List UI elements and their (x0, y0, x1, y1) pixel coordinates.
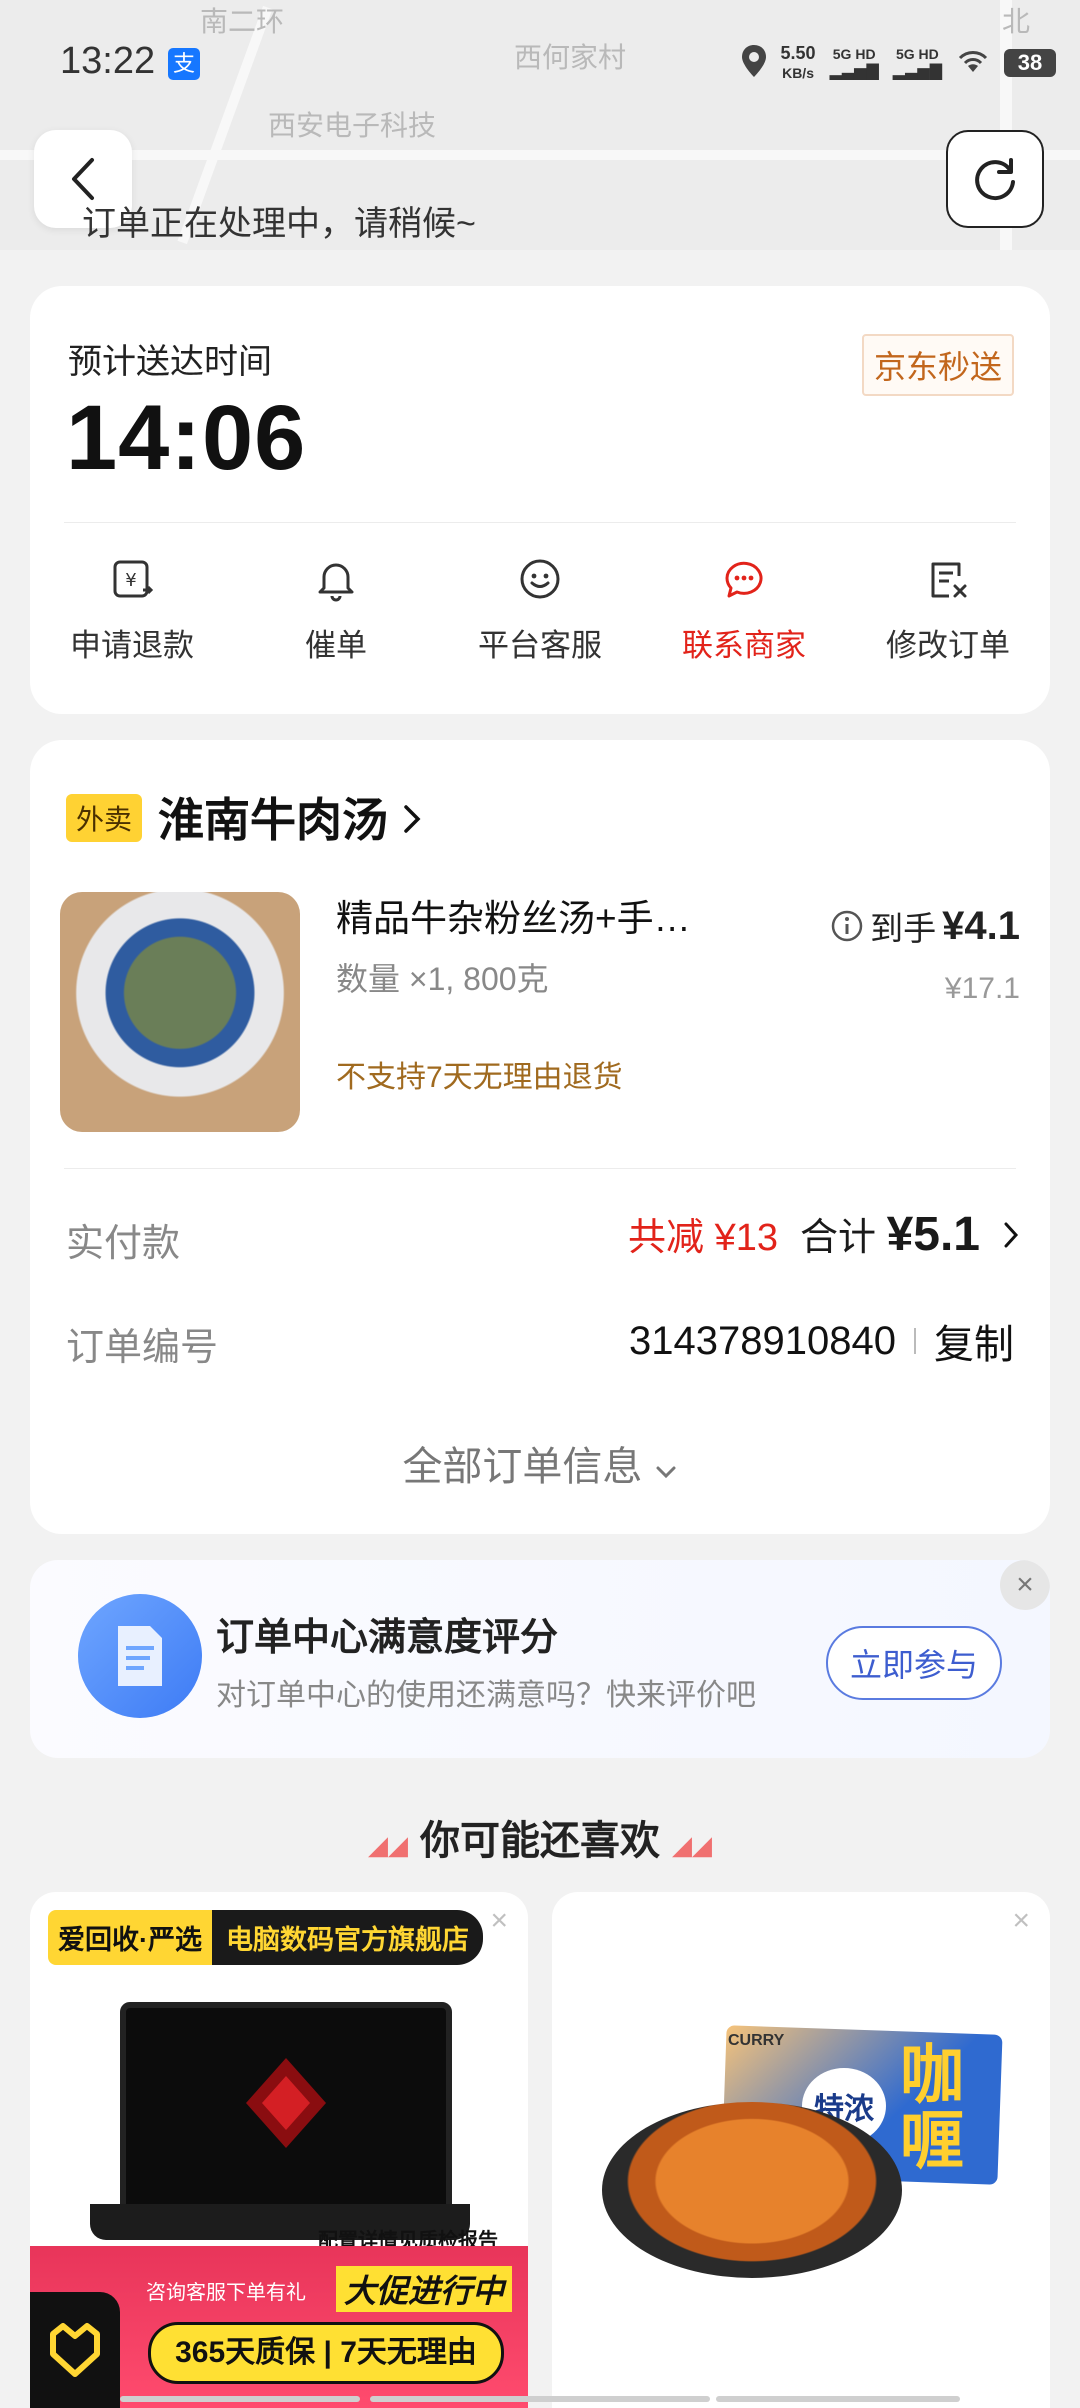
sim1-signal: 5G HD ▂▃▅▇ (829, 46, 879, 80)
status-bar-right: 5.50 KB/s 5G HD ▂▃▅▇ 5G HD ▂▃▅▇ 38 (741, 38, 1056, 88)
product-card[interactable]: 爱回收·严选 电脑数码官方旗舰店 × 配置详情见质检报告 咨询客服下单有礼 大促… (30, 1892, 528, 2408)
original-price: ¥17.1 (944, 972, 1020, 1005)
laptop-image (120, 2002, 452, 2214)
action-label: 催单 (305, 628, 367, 663)
info-icon[interactable] (830, 909, 864, 943)
brand-logo-icon (30, 2292, 120, 2408)
order-actions: ¥ 申请退款 催单 平台客服 联系商家 修改订单 (30, 556, 1050, 665)
order-number-label: 订单编号 (66, 1327, 219, 1369)
item-name[interactable]: 精品牛杂粉丝汤+手… (336, 888, 756, 942)
location-icon (741, 44, 767, 82)
join-survey-button[interactable]: 立即参与 (825, 1626, 1002, 1700)
dismiss-product-button[interactable]: × (1012, 1904, 1030, 1938)
close-survey-button[interactable]: × (1000, 1560, 1050, 1610)
survey-subtitle: 对订单中心的使用还满意吗？快来评价吧 (216, 1679, 756, 1712)
divider (64, 1168, 1016, 1169)
crab-dish-image (602, 2102, 902, 2278)
scroll-indicator (120, 2396, 360, 2402)
refresh-icon (975, 158, 1015, 201)
order-number-row: 314378910840 复制 (629, 1312, 1014, 1370)
refresh-button[interactable] (946, 130, 1044, 228)
modify-order-button[interactable]: 修改订单 (846, 556, 1050, 665)
map-label: 西何家村 (514, 42, 627, 73)
status-time: 13:22 (60, 40, 156, 82)
platform-service-button[interactable]: 平台客服 (438, 556, 642, 665)
action-label: 联系商家 (682, 628, 806, 663)
total-amount: 合计 ¥5.1 (800, 1208, 980, 1261)
chevron-right-icon (404, 805, 421, 833)
net-price: 到手 ¥4.1 (830, 902, 1020, 950)
divider (64, 522, 1016, 523)
survey-document-icon (78, 1594, 202, 1718)
product-card[interactable]: × CURRY 特浓 咖喱 (552, 1892, 1050, 2408)
separator (914, 1328, 916, 1354)
map-label: 南二环 (200, 6, 285, 37)
order-number: 314378910840 (629, 1318, 896, 1363)
survey-card: 订单中心满意度评分 对订单中心的使用还满意吗？快来评价吧 立即参与 × (30, 1560, 1050, 1758)
urge-order-button[interactable]: 催单 (234, 556, 438, 665)
eta-time: 14:06 (66, 387, 307, 489)
action-label: 申请退款 (70, 628, 194, 663)
alipay-icon: 支 (168, 48, 200, 80)
refund-button[interactable]: ¥ 申请退款 (30, 556, 234, 665)
scroll-indicator (370, 2396, 710, 2402)
action-label: 修改订单 (886, 628, 1010, 663)
map-label: 西安电子科技 (268, 110, 437, 141)
order-type-tag: 外卖 (66, 794, 143, 842)
paid-label: 实付款 (66, 1223, 181, 1265)
guarantee-badge: 365天质保 | 7天无理由 (148, 2322, 504, 2384)
bell-icon (318, 563, 354, 602)
all-order-info-toggle[interactable]: 全部订单信息 (30, 1434, 1050, 1492)
recommend-title: ◢◢ 你可能还喜欢 ◢◢ (368, 1819, 712, 1863)
survey-title: 订单中心满意度评分 (216, 1617, 559, 1659)
network-speed: 5.50 KB/s (780, 43, 816, 81)
dismiss-product-button[interactable]: × (490, 1904, 508, 1938)
eta-label: 预计送达时间 (68, 343, 272, 381)
eta-card: 预计送达时间 14:06 京东秒送 ¥ 申请退款 催单 平台客服 联系商家 修改… (30, 286, 1050, 714)
scroll-indicator (716, 2396, 960, 2402)
store-badge: 爱回收·严选 电脑数码官方旗舰店 (48, 1910, 483, 1965)
contact-merchant-button[interactable]: 联系商家 (642, 556, 846, 665)
edit-order-icon (931, 562, 967, 598)
processing-status: 订单正在处理中，请稍候~ (82, 205, 476, 243)
refund-icon: ¥ (113, 560, 154, 598)
deco-icon: ◢◢ (368, 1830, 408, 1860)
payment-summary[interactable]: 共减 ¥13 合计 ¥5.1 (628, 1206, 1020, 1262)
copy-button[interactable]: 复制 (934, 1312, 1014, 1370)
return-policy: 不支持7天无理由退货 (336, 1061, 623, 1094)
deco-icon: ◢◢ (672, 1830, 712, 1860)
promo-gift-text: 咨询客服下单有礼 (146, 2282, 306, 2304)
wifi-icon (956, 48, 990, 79)
curry-box-text: 咖喱 (900, 2039, 964, 2177)
sim2-signal: 5G HD ▂▃▅▇ (892, 46, 942, 80)
map-label: 北 (1002, 6, 1031, 37)
food-image[interactable] (60, 892, 300, 1132)
order-card: 外卖 淮南牛肉汤 精品牛杂粉丝汤+手… 数量 ×1, 800克 不支持7天无理由… (30, 740, 1050, 1534)
chat-merchant-icon (725, 561, 763, 598)
svg-text:¥: ¥ (125, 570, 136, 591)
chevron-right-icon (1004, 1222, 1019, 1248)
discount-amount: 共减 ¥13 (628, 1217, 778, 1259)
battery-indicator: 38 (1004, 49, 1056, 77)
smiley-service-icon (520, 559, 560, 599)
shop-name-link[interactable]: 淮南牛肉汤 (158, 784, 423, 850)
action-label: 平台客服 (478, 628, 602, 663)
item-quantity: 数量 ×1, 800克 (336, 961, 549, 997)
chevron-down-icon (656, 1466, 676, 1479)
promo-headline: 大促进行中 (336, 2266, 513, 2312)
curry-brand-label: CURRY (728, 2032, 785, 2049)
service-tag: 京东秒送 (861, 334, 1014, 396)
